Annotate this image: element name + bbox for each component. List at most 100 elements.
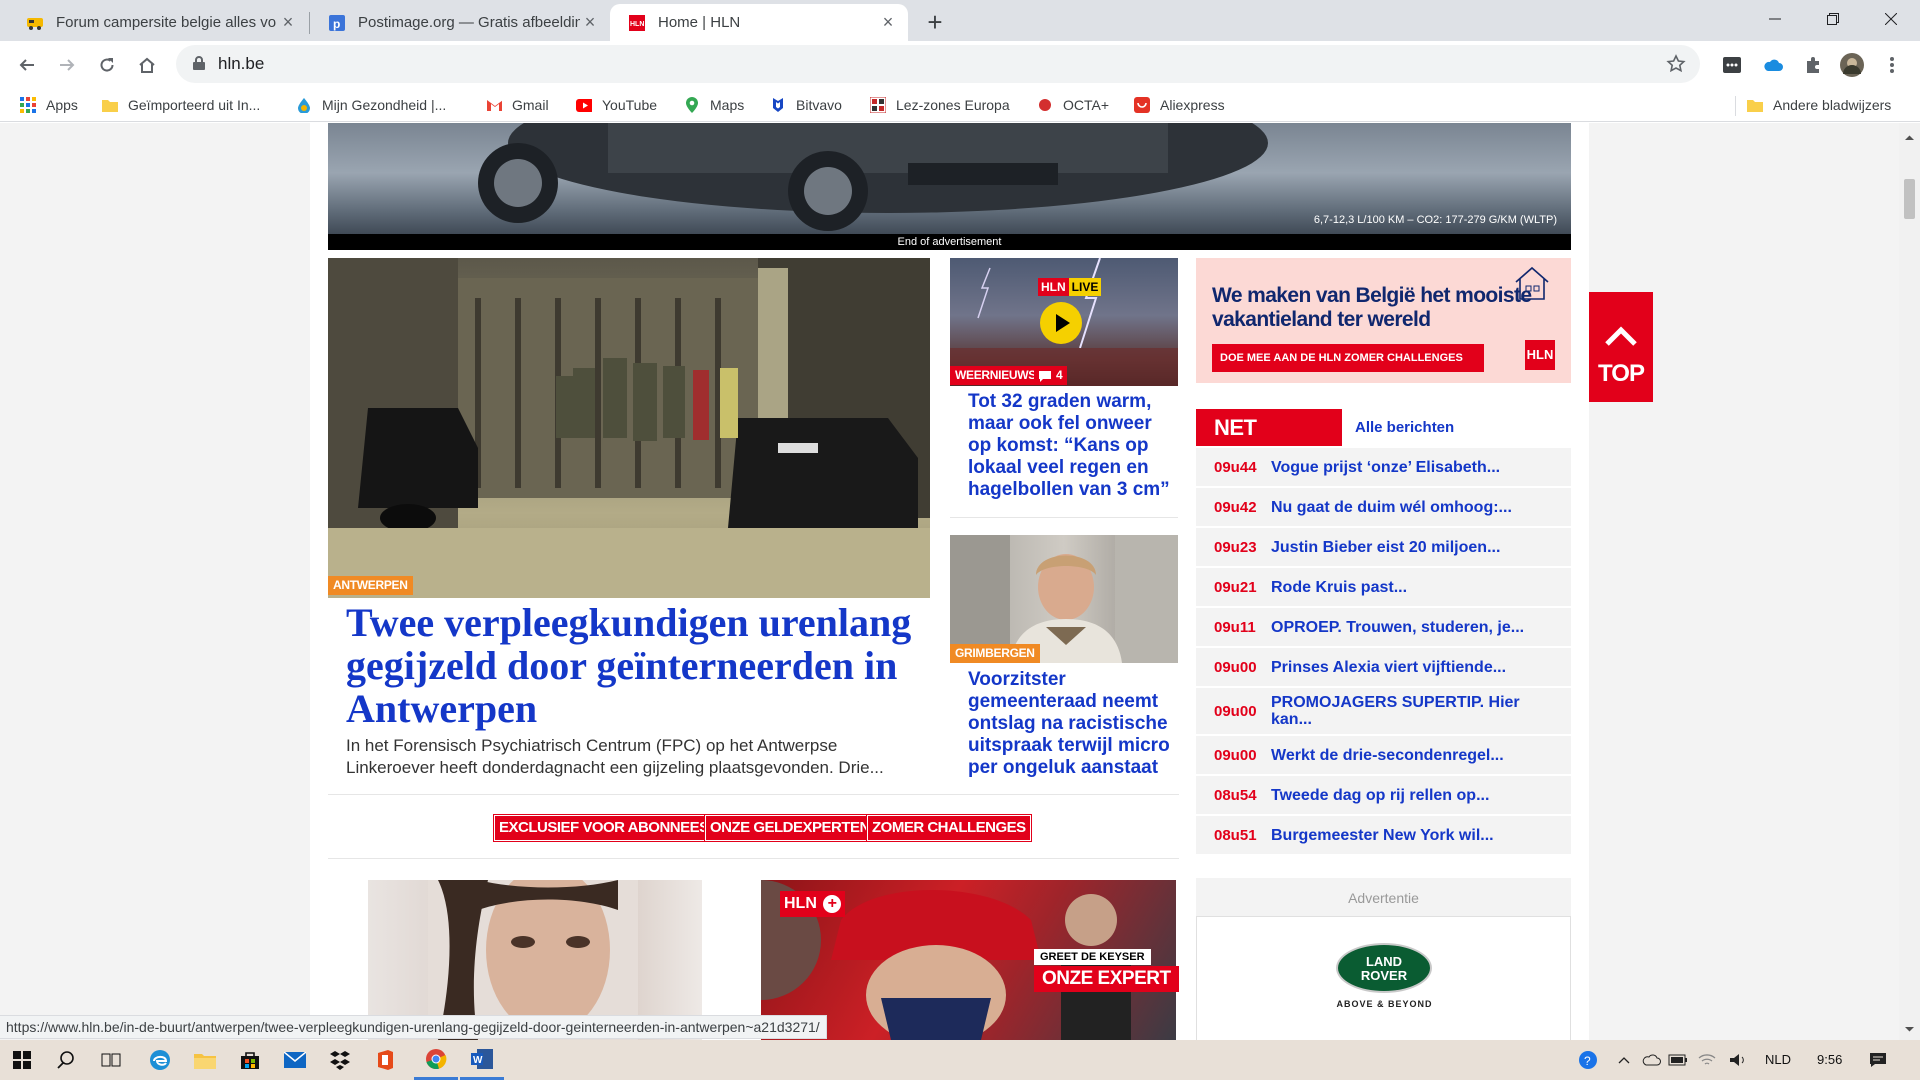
tab-campersite[interactable]: Forum campersite belgie alles vo ×	[8, 4, 308, 41]
bookmark-other-folder[interactable]: Andere bladwijzers	[1747, 94, 1891, 116]
forward-button[interactable]	[51, 49, 83, 81]
input-language[interactable]: NLD	[1765, 1052, 1791, 1067]
main-article-image[interactable]	[328, 258, 930, 598]
tray-volume-icon[interactable]	[1728, 1050, 1748, 1070]
bookmark-bitvavo[interactable]: Bitvavo	[770, 94, 842, 116]
tray-battery-icon[interactable]	[1668, 1050, 1688, 1070]
search-button[interactable]	[44, 1040, 88, 1080]
restore-button[interactable]	[1804, 0, 1862, 38]
pill-geldexperten[interactable]: ONZE GELDEXPERTEN	[704, 814, 876, 842]
page-scrollbar[interactable]	[1899, 123, 1920, 1040]
tab-close-icon[interactable]: ×	[278, 12, 298, 33]
bookmark-aliexpress[interactable]: Aliexpress	[1134, 94, 1225, 116]
news-item[interactable]: 09u11 OPROEP. Trouwen, studeren, je...	[1196, 608, 1571, 646]
all-messages-link[interactable]: Alle berichten	[1355, 419, 1454, 436]
taskbar-edge[interactable]	[138, 1040, 182, 1080]
news-item[interactable]: 09u42 Nu gaat de duim wél omhoog:...	[1196, 488, 1571, 526]
promo-cta-button[interactable]: DOE MEE AAN DE HLN ZOMER CHALLENGES	[1212, 344, 1484, 372]
news-item[interactable]: 09u44 Vogue prijst ‘onze’ Elisabeth...	[1196, 448, 1571, 486]
svg-text:W: W	[473, 1055, 483, 1066]
taskbar-word[interactable]: W	[460, 1040, 504, 1080]
browser-menu-icon[interactable]	[1880, 53, 1904, 77]
youtube-icon	[576, 97, 592, 113]
minimize-button[interactable]	[1746, 0, 1804, 38]
taskbar-explorer[interactable]	[183, 1040, 227, 1080]
tab-postimage[interactable]: p Postimage.org — Gratis afbeeldin ×	[310, 4, 610, 41]
taskbar-dropbox[interactable]	[318, 1040, 362, 1080]
news-item[interactable]: 09u00 Prinses Alexia viert vijftiende...	[1196, 648, 1571, 686]
action-center-icon[interactable]	[1868, 1050, 1888, 1070]
aliexpress-icon	[1134, 97, 1150, 113]
car-advertisement[interactable]: 6,7-12,3 L/100 KM – CO2: 177-279 G/KM (W…	[328, 123, 1571, 234]
onze-expert-label: ONZE EXPERT	[1034, 966, 1179, 992]
reload-button[interactable]	[91, 49, 123, 81]
news-item[interactable]: 09u21 Rode Kruis past...	[1196, 568, 1571, 606]
zomer-challenges-promo[interactable]: We maken van België het mooiste vakantie…	[1196, 258, 1571, 383]
close-window-button[interactable]	[1862, 0, 1920, 38]
clock[interactable]: 9:56	[1817, 1052, 1842, 1067]
tab-close-icon[interactable]: ×	[580, 12, 600, 33]
bookmark-gmail[interactable]: Gmail	[486, 94, 549, 116]
task-view-button[interactable]	[89, 1040, 133, 1080]
news-item[interactable]: 09u23 Justin Bieber eist 20 miljoen...	[1196, 528, 1571, 566]
weather-article-title[interactable]: Tot 32 graden warm, maar ook fel onweer …	[968, 391, 1178, 501]
help-people-icon[interactable]: ?	[1578, 1050, 1598, 1070]
home-button[interactable]	[131, 49, 163, 81]
back-to-top-button[interactable]: TOP	[1589, 292, 1653, 402]
bookmark-imported-folder[interactable]: Geïmporteerd uit In...	[102, 94, 260, 116]
onedrive-cloud-icon[interactable]	[1761, 53, 1785, 77]
bookmark-apps[interactable]: Apps	[20, 94, 78, 116]
weather-article-tag[interactable]: WEERNIEUWS	[950, 366, 1042, 385]
grimbergen-article-tag[interactable]: GRIMBERGEN	[950, 644, 1040, 663]
news-item[interactable]: 09u00 PROMOJAGERS SUPERTIP. Hier kan...	[1196, 688, 1571, 734]
start-button[interactable]	[0, 1040, 44, 1080]
chrome-icon	[426, 1048, 447, 1069]
bookmark-label: Bitvavo	[796, 97, 842, 113]
main-article-title[interactable]: Twee verpleegkundigen urenlang gegijzeld…	[346, 601, 916, 730]
tab-hln[interactable]: HLN Home | HLN ×	[610, 4, 908, 41]
news-headline: Justin Bieber eist 20 miljoen...	[1271, 538, 1501, 556]
back-button[interactable]	[11, 49, 43, 81]
new-tab-button[interactable]: +	[921, 7, 949, 37]
reload-icon	[100, 58, 114, 72]
news-item[interactable]: 09u00 Werkt de drie-secondenregel...	[1196, 736, 1571, 774]
browser-toolbar	[0, 41, 1920, 88]
extensions-puzzle-icon[interactable]	[1801, 53, 1825, 77]
pill-exclusief[interactable]: EXCLUSIEF VOOR ABONNEES	[493, 814, 715, 842]
chevron-up-icon	[1605, 326, 1637, 346]
bookmark-octa[interactable]: OCTA+	[1037, 94, 1109, 116]
tray-wifi-icon[interactable]	[1697, 1050, 1717, 1070]
news-time: 08u51	[1214, 826, 1257, 844]
comment-count[interactable]: 4	[1034, 366, 1067, 385]
word-icon: W	[471, 1048, 493, 1069]
profile-avatar[interactable]	[1840, 53, 1864, 77]
bookmark-maps[interactable]: Maps	[684, 94, 744, 116]
news-headline: Werkt de drie-secondenregel...	[1271, 746, 1504, 764]
back-arrow-icon	[19, 59, 34, 71]
taskbar-office[interactable]	[363, 1040, 407, 1080]
tray-onedrive-icon[interactable]	[1641, 1050, 1661, 1070]
end-of-ad-label: End of advertisement	[328, 234, 1571, 250]
taskbar-store[interactable]	[228, 1040, 272, 1080]
tab-close-icon[interactable]: ×	[878, 12, 898, 33]
news-item[interactable]: 08u54 Tweede dag op rij rellen op...	[1196, 776, 1571, 814]
bookmark-youtube[interactable]: YouTube	[576, 94, 657, 116]
news-item[interactable]: 08u51 Burgemeester New York wil...	[1196, 816, 1571, 854]
tray-chevron-up-icon[interactable]	[1614, 1050, 1634, 1070]
hln-logo: HLN	[1525, 340, 1555, 370]
pill-zomer-challenges[interactable]: ZOMER CHALLENGES	[866, 814, 1032, 842]
main-article-tag[interactable]: ANTWERPEN	[328, 576, 413, 595]
home-icon	[139, 57, 155, 73]
url-input[interactable]	[218, 51, 1618, 77]
bookmark-gezondheid[interactable]: Mijn Gezondheid |...	[296, 94, 446, 116]
taskbar-chrome[interactable]	[414, 1040, 458, 1080]
taskbar-mail[interactable]	[273, 1040, 317, 1080]
address-bar[interactable]	[176, 45, 1700, 83]
news-headline: Burgemeester New York wil...	[1271, 826, 1494, 844]
extension-dashlane-icon[interactable]	[1720, 53, 1744, 77]
play-video-icon[interactable]	[1040, 302, 1082, 344]
bookmark-lez-zones[interactable]: Lez-zones Europa	[870, 94, 1010, 116]
land-rover-ad[interactable]: LAND ROVER ABOVE & BEYOND	[1196, 916, 1571, 1040]
scrollbar-thumb[interactable]	[1904, 179, 1915, 219]
grimbergen-article-title[interactable]: Voorzitster gemeenteraad neemt ontslag n…	[968, 669, 1178, 779]
